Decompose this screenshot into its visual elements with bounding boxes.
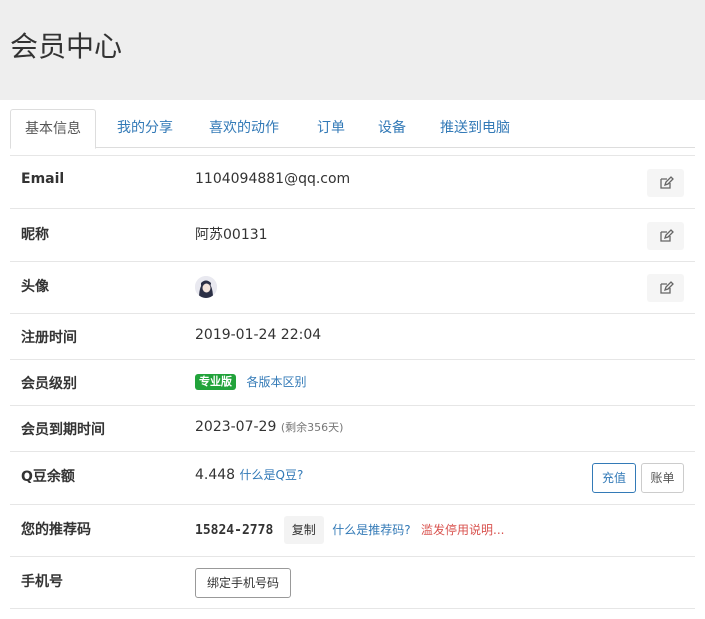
copy-referral-button[interactable]: 复制 — [283, 516, 324, 544]
phone-label: 手机号 — [21, 574, 63, 590]
edit-avatar-button[interactable] — [647, 274, 684, 302]
tab-my-shares[interactable]: 我的分享 — [117, 109, 173, 148]
level-label: 会员级别 — [21, 376, 77, 392]
page-title: 会员中心 — [10, 30, 123, 63]
row-member-level: 会员级别 专业版 各版本区别 — [10, 359, 695, 405]
expire-value-wrap: 2023-07-29 (剩余356天) — [195, 419, 343, 435]
expire-value: 2023-07-29 — [195, 419, 277, 435]
expire-remaining: (剩余356天) — [280, 421, 344, 434]
row-nickname: 昵称 阿苏00131 — [10, 208, 695, 261]
what-is-referral-link[interactable]: 什么是推荐码? — [332, 523, 410, 537]
tab-bar: 基本信息 我的分享 喜欢的动作 订单 设备 推送到电脑 — [10, 109, 695, 149]
beans-value: 4.448 — [195, 467, 236, 483]
bill-button[interactable]: 账单 — [641, 463, 684, 493]
tab-basic-info[interactable]: 基本信息 — [10, 109, 96, 149]
row-expire-time: 会员到期时间 2023-07-29 (剩余356天) — [10, 405, 695, 451]
edit-icon — [659, 281, 674, 294]
recharge-button[interactable]: 充值 — [592, 463, 636, 493]
tab-push-to-pc[interactable]: 推送到电脑 — [440, 109, 510, 148]
row-email: Email 1104094881@qq.com — [10, 155, 695, 208]
register-label: 注册时间 — [21, 330, 77, 346]
avatar-image — [195, 276, 217, 298]
referral-value-wrap: 15824-2778 复制 什么是推荐码? 滥发停用说明... — [195, 516, 504, 544]
edit-nickname-button[interactable] — [647, 222, 684, 250]
level-badge: 专业版 — [195, 374, 236, 390]
edit-email-button[interactable] — [647, 169, 684, 197]
register-value: 2019-01-24 22:04 — [195, 327, 322, 343]
abuse-policy-link[interactable]: 滥发停用说明... — [421, 523, 504, 537]
row-avatar: 头像 — [10, 261, 695, 313]
edit-icon — [659, 229, 674, 242]
tab-devices[interactable]: 设备 — [378, 109, 406, 148]
level-value: 专业版 各版本区别 — [195, 373, 306, 390]
email-value: 1104094881@qq.com — [195, 171, 351, 187]
bind-phone-button[interactable]: 绑定手机号码 — [195, 568, 291, 598]
page-header: 会员中心 — [0, 0, 705, 100]
tab-liked-motions[interactable]: 喜欢的动作 — [209, 109, 279, 148]
row-q-beans: Q豆余额 4.448 什么是Q豆? 充值 账单 — [10, 451, 695, 504]
nickname-value: 阿苏00131 — [195, 227, 268, 243]
referral-label: 您的推荐码 — [21, 522, 91, 538]
avatar-label: 头像 — [21, 279, 49, 295]
version-diff-link[interactable]: 各版本区别 — [246, 375, 306, 389]
nickname-label: 昵称 — [21, 227, 49, 243]
row-referral-code: 您的推荐码 15824-2778 复制 什么是推荐码? 滥发停用说明... — [10, 504, 695, 556]
expire-label: 会员到期时间 — [21, 422, 105, 438]
what-is-q-beans-link[interactable]: 什么是Q豆? — [240, 468, 304, 482]
edit-icon — [659, 176, 674, 189]
row-phone: 手机号 绑定手机号码 — [10, 556, 695, 609]
referral-code: 15824-2778 — [195, 523, 274, 538]
beans-value-wrap: 4.448 什么是Q豆? — [195, 466, 303, 483]
email-label: Email — [21, 171, 65, 187]
tab-orders[interactable]: 订单 — [317, 109, 345, 148]
beans-label: Q豆余额 — [21, 469, 75, 485]
row-register-time: 注册时间 2019-01-24 22:04 — [10, 313, 695, 359]
avatar — [195, 276, 217, 298]
